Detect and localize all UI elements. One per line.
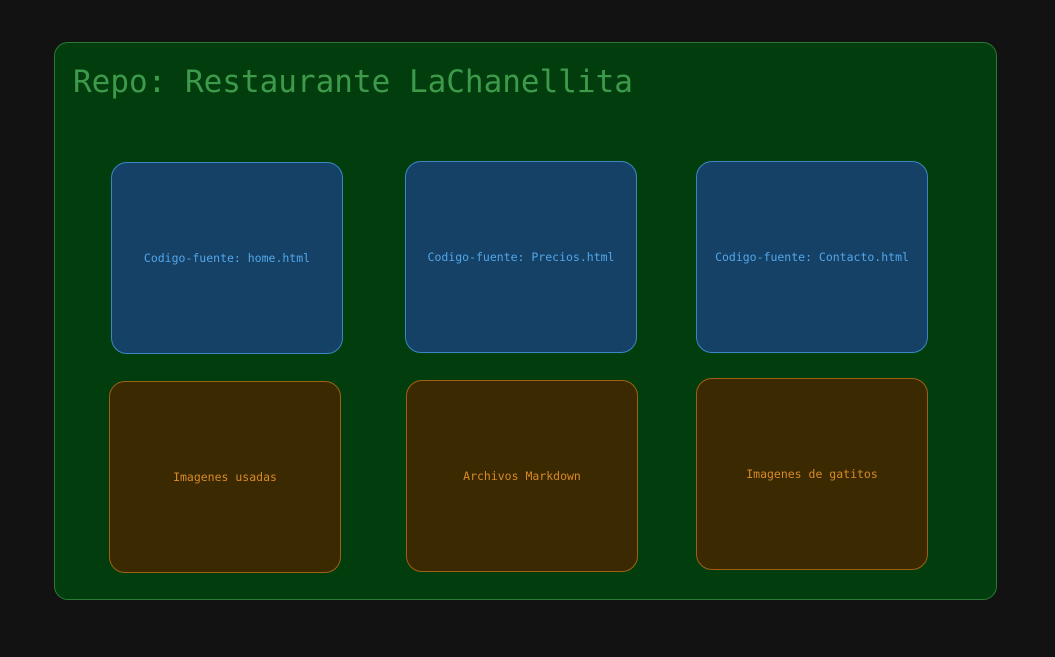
asset-kitten-images-label: Imagenes de gatitos	[746, 467, 878, 481]
source-file-home-box: Codigo-fuente: home.html	[111, 162, 343, 354]
asset-kitten-images-box: Imagenes de gatitos	[696, 378, 928, 570]
asset-markdown-files-label: Archivos Markdown	[463, 469, 581, 483]
source-file-precios-box: Codigo-fuente: Precios.html	[405, 161, 637, 353]
asset-images-used-label: Imagenes usadas	[173, 470, 277, 484]
asset-markdown-files-box: Archivos Markdown	[406, 380, 638, 572]
source-file-home-label: Codigo-fuente: home.html	[143, 251, 311, 265]
source-file-contacto-label: Codigo-fuente: Contacto.html	[715, 250, 909, 264]
repo-title: Repo: Restaurante LaChanellita	[73, 64, 633, 100]
source-file-contacto-box: Codigo-fuente: Contacto.html	[696, 161, 928, 353]
asset-images-used-box: Imagenes usadas	[109, 381, 341, 573]
source-file-precios-label: Codigo-fuente: Precios.html	[427, 250, 615, 264]
